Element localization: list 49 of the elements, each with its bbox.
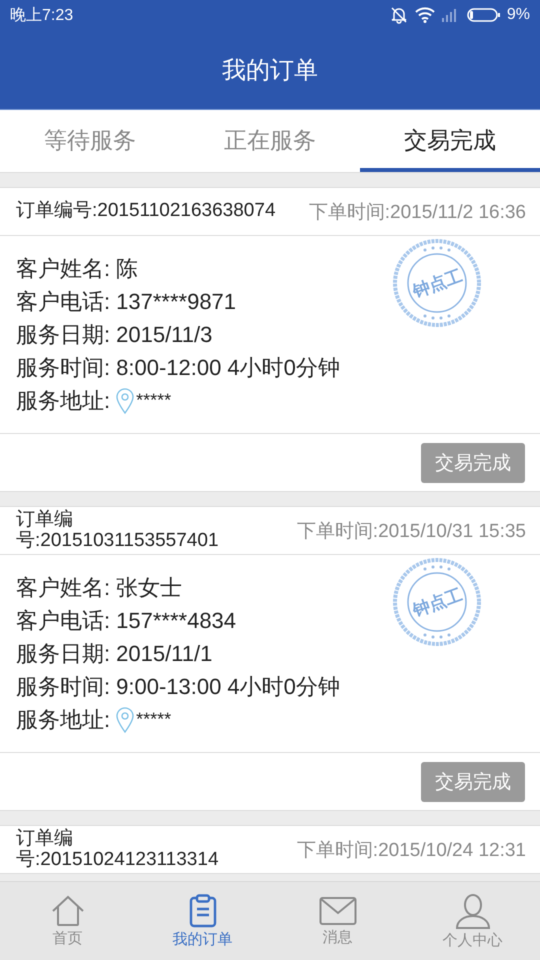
- field-value: 9:00-13:00 4小时0分钟: [116, 672, 340, 700]
- field-value: *****: [136, 709, 172, 730]
- field-label: 客户电话:: [16, 288, 110, 316]
- field-value: 2015/11/3: [116, 322, 212, 348]
- tab[interactable]: 正在服务: [180, 110, 360, 172]
- field-value: *****: [136, 390, 172, 411]
- field-value: 陈: [116, 254, 138, 282]
- order-number: 订单编号:20151024123113314: [16, 828, 220, 870]
- battery-icon: [466, 7, 501, 23]
- order-number: 订单编号:20151031153557401: [16, 510, 220, 552]
- tab[interactable]: 交易完成: [360, 110, 540, 172]
- order-number: 订单编号:20151102163638074: [16, 201, 276, 222]
- mail-icon: [318, 896, 356, 926]
- field-value: 137****9871: [116, 288, 236, 314]
- field-value: 2015/11/1: [116, 640, 212, 666]
- field-value: 8:00-12:00 4小时0分钟: [116, 354, 340, 382]
- field-value: 张女士: [116, 574, 182, 602]
- tab[interactable]: 等待服务: [0, 110, 180, 172]
- home-icon: [50, 894, 84, 926]
- location-pin-icon: [116, 388, 134, 414]
- field-value: 157****4834: [116, 608, 236, 634]
- order-time: 下单时间:2015/10/31 15:35: [296, 520, 526, 544]
- nav-tab[interactable]: 个人中心: [405, 882, 540, 960]
- field-label: 客户姓名:: [16, 254, 110, 282]
- complete-button[interactable]: 交易完成: [421, 762, 525, 802]
- location-pin-icon: [116, 706, 134, 732]
- page-title: 我的订单: [222, 56, 318, 86]
- mute-bell-icon: [388, 6, 409, 24]
- stamp: 钟点工: [392, 238, 482, 328]
- complete-button[interactable]: 交易完成: [421, 442, 525, 482]
- field-label: 客户姓名:: [16, 574, 110, 602]
- nav-tab[interactable]: 消息: [270, 882, 405, 960]
- nav-tab[interactable]: 我的订单: [135, 882, 270, 960]
- field-label: 服务日期:: [16, 640, 110, 668]
- clipboard-icon: [188, 894, 216, 928]
- nav-tab[interactable]: 首页: [0, 882, 135, 960]
- field-label: 客户电话:: [16, 606, 110, 634]
- field-label: 服务时间:: [16, 354, 110, 382]
- field-label: 服务日期:: [16, 320, 110, 348]
- field-label: 服务时间:: [16, 672, 110, 700]
- order-time: 下单时间:2015/10/24 12:31: [296, 838, 526, 862]
- wifi-icon: [414, 7, 435, 23]
- stamp: 钟点工: [392, 557, 482, 647]
- battery-level: 9%: [506, 6, 530, 24]
- person-icon: [454, 892, 490, 928]
- status-time: 晚上7:23: [10, 6, 74, 26]
- field-label: 服务地址:: [16, 706, 110, 734]
- field-label: 服务地址:: [16, 386, 110, 414]
- order-time: 下单时间:2015/11/2 16:36: [308, 200, 526, 224]
